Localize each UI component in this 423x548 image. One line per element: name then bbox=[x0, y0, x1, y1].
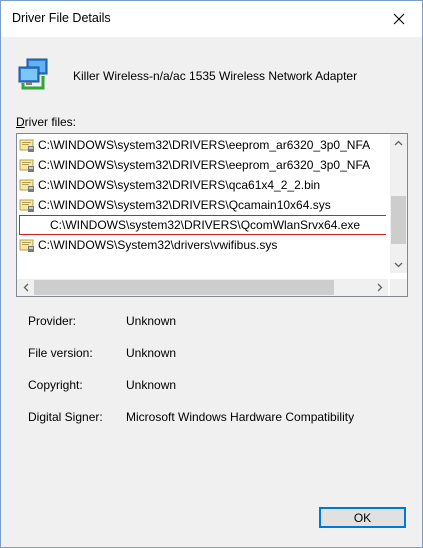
scroll-left-button[interactable] bbox=[17, 279, 34, 296]
file-path: C:\WINDOWS\system32\DRIVERS\QcomWlanSrvx… bbox=[50, 218, 361, 232]
driver-file-icon bbox=[19, 197, 35, 213]
network-adapter-icon bbox=[17, 57, 49, 93]
digital-signer-value: Microsoft Windows Hardware Compatibility bbox=[126, 410, 355, 424]
device-name: Killer Wireless-n/a/ac 1535 Wireless Net… bbox=[73, 69, 358, 83]
scroll-up-button[interactable] bbox=[390, 134, 407, 151]
file-version-row: File version: Unknown bbox=[28, 346, 176, 362]
driver-file-icon bbox=[19, 177, 35, 193]
ok-button[interactable]: OK bbox=[319, 507, 406, 528]
provider-row: Provider: Unknown bbox=[28, 314, 176, 330]
vertical-scroll-thumb[interactable] bbox=[391, 196, 406, 244]
list-item[interactable]: C:\WINDOWS\system32\DRIVERS\eeprom_ar632… bbox=[19, 135, 386, 155]
driver-file-icon bbox=[19, 137, 35, 153]
file-path: C:\WINDOWS\system32\DRIVERS\eeprom_ar632… bbox=[38, 138, 371, 152]
provider-label: Provider: bbox=[28, 314, 77, 328]
driver-file-icon bbox=[19, 237, 35, 253]
driver-files-label-accelerator: D bbox=[16, 115, 25, 129]
digital-signer-row: Digital Signer: Microsoft Windows Hardwa… bbox=[28, 410, 354, 426]
scrollbar-corner bbox=[390, 279, 407, 296]
driver-files-label: Driver files: bbox=[16, 115, 76, 129]
file-path: C:\WINDOWS\system32\DRIVERS\Qcamain10x64… bbox=[38, 198, 331, 212]
file-version-value: Unknown bbox=[126, 346, 177, 360]
file-path: C:\WINDOWS\System32\drivers\vwifibus.sys bbox=[38, 238, 278, 252]
horizontal-scrollbar[interactable] bbox=[17, 279, 388, 296]
chevron-up-icon bbox=[394, 140, 403, 145]
provider-value: Unknown bbox=[126, 314, 177, 328]
scroll-right-button[interactable] bbox=[371, 279, 388, 296]
list-item[interactable]: C:\WINDOWS\system32\DRIVERS\eeprom_ar632… bbox=[19, 155, 386, 175]
file-path: C:\WINDOWS\system32\DRIVERS\eeprom_ar632… bbox=[38, 158, 371, 172]
close-button[interactable] bbox=[376, 1, 422, 37]
chevron-left-icon bbox=[23, 283, 28, 292]
scroll-down-button[interactable] bbox=[390, 256, 407, 273]
copyright-value: Unknown bbox=[126, 378, 177, 392]
list-item[interactable]: C:\WINDOWS\system32\DRIVERS\qca61x4_2_2.… bbox=[19, 175, 386, 195]
close-icon bbox=[393, 13, 405, 25]
chevron-right-icon bbox=[377, 283, 382, 292]
driver-files-label-text: river files: bbox=[24, 115, 77, 129]
window-title: Driver File Details bbox=[12, 11, 111, 25]
list-item-selected[interactable]: C:\WINDOWS\system32\DRIVERS\QcomWlanSrvx… bbox=[19, 215, 386, 235]
vertical-scrollbar[interactable] bbox=[390, 134, 407, 273]
list-item[interactable]: C:\WINDOWS\system32\DRIVERS\Qcamain10x64… bbox=[19, 195, 386, 215]
copyright-row: Copyright: Unknown bbox=[28, 378, 176, 394]
driver-files-list[interactable]: C:\WINDOWS\system32\DRIVERS\eeprom_ar632… bbox=[16, 133, 408, 297]
driver-file-details-dialog: Driver File Details Killer Wireless-n/a/… bbox=[0, 0, 423, 548]
file-path: C:\WINDOWS\system32\DRIVERS\qca61x4_2_2.… bbox=[38, 178, 321, 192]
driver-file-icon bbox=[19, 157, 35, 173]
file-version-label: File version: bbox=[28, 346, 93, 360]
copyright-label: Copyright: bbox=[28, 378, 83, 392]
title-bar: Driver File Details bbox=[1, 1, 422, 37]
horizontal-scroll-thumb[interactable] bbox=[34, 280, 334, 295]
chevron-down-icon bbox=[394, 262, 403, 267]
digital-signer-label: Digital Signer: bbox=[28, 410, 103, 424]
driver-files-list-viewport: C:\WINDOWS\system32\DRIVERS\eeprom_ar632… bbox=[17, 134, 386, 273]
list-item[interactable]: C:\WINDOWS\System32\drivers\vwifibus.sys bbox=[19, 235, 386, 255]
